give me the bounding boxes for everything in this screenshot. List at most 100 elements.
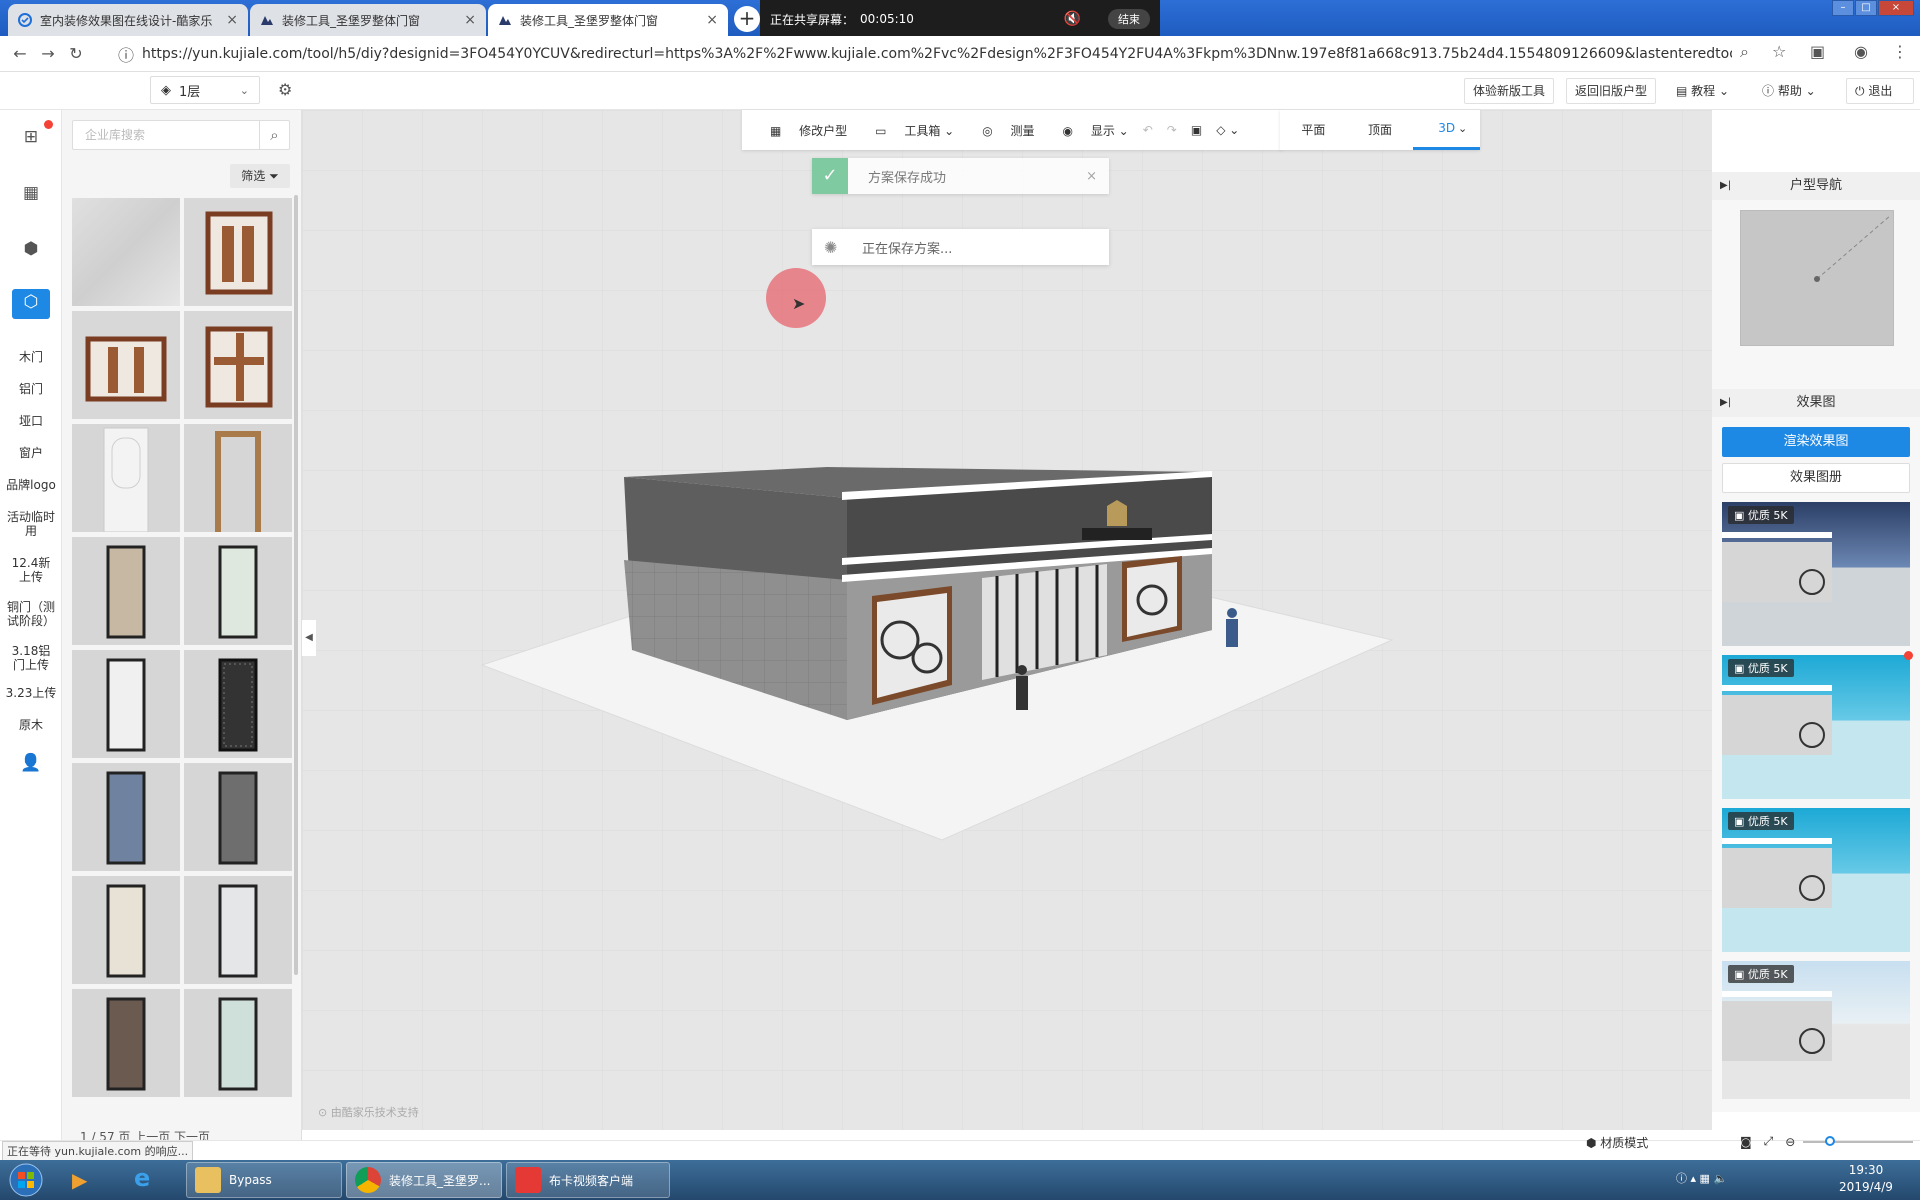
tab-plan[interactable]: 平面 [1280,110,1347,150]
grid-icon[interactable]: ▦ [18,180,44,206]
browser-tab-1[interactable]: 室内装修效果图在线设计-酷家乐 × [8,4,248,36]
exit-button[interactable]: ⏻ 退出 [1846,78,1914,104]
render-button[interactable]: 渲染效果图 [1722,427,1910,457]
tray-arrow-icon[interactable]: ▴ [1691,1172,1697,1185]
save-icon[interactable]: ▣ [1191,123,1202,137]
render-thumbnail[interactable]: ▣ 优质 5K [1722,961,1910,1099]
user-icon[interactable]: 👤 [18,750,44,776]
asset-scrollbar[interactable] [294,195,298,975]
new-tool-button[interactable]: 体验新版工具 [1464,78,1555,104]
toolbox-tool[interactable]: ▭ 工具箱 ⌄ [861,122,954,139]
asset-thumb-door[interactable] [184,763,292,871]
asset-thumb-frame-window[interactable] [184,311,292,419]
help-menu[interactable]: ⓘ 帮助 ⌄ [1762,78,1816,104]
render-thumbnail[interactable]: ▣ 优质 5K [1722,808,1910,952]
asset-thumb-marble[interactable] [72,198,180,306]
render-thumbnail[interactable]: ▣ 优质 5K [1722,502,1910,646]
profile-icon[interactable]: ◉ [1854,42,1868,61]
ie-icon[interactable]: e [134,1164,150,1192]
media-player-icon[interactable]: ▶ [72,1168,87,1192]
asset-thumb-frame-window[interactable] [72,311,180,419]
category-aluminum-door[interactable]: 铝门 [0,382,62,396]
asset-thumb-white-door[interactable] [72,424,180,532]
bookmark-star-icon[interactable]: ☆ [1772,42,1786,61]
category-copper-door[interactable]: 铜门（测试阶段） [0,600,62,628]
category-3-23[interactable]: 3.23上传 [0,686,62,700]
taskbar-item-buka[interactable]: 布卡视频客户端 [506,1162,670,1198]
fit-icon[interactable]: ⤢ [1764,1134,1774,1149]
floorplan-minimap[interactable] [1740,210,1894,346]
close-icon[interactable]: × [1086,169,1097,184]
renders-header[interactable]: ▶| 效果图 [1712,389,1920,417]
zoom-slider[interactable] [1803,1135,1914,1146]
filter-button[interactable]: 筛选 ⏷ [230,164,290,188]
network-icon[interactable]: ▦ [1700,1172,1710,1185]
asset-thumb-door[interactable] [72,537,180,645]
category-3-18[interactable]: 3.18铝门上传 [0,644,62,672]
tab-close-icon[interactable]: × [464,12,476,28]
album-button[interactable]: 效果图册 [1722,463,1910,493]
cube-icon[interactable]: ⬢ [18,236,44,262]
back-arrow-icon[interactable]: ← [6,44,34,63]
collapse-panel-button[interactable]: ◀ [302,620,316,656]
new-tab-button[interactable]: + [734,6,760,32]
enterprise-library-icon[interactable]: ⬡ [12,289,50,319]
floorplan-nav-header[interactable]: ▶| 户型导航 [1712,172,1920,200]
zoom-search-icon[interactable]: ⌕ [1740,42,1749,62]
measure-tool[interactable]: ◎ 测量 [968,122,1034,139]
undo-icon[interactable]: ↶ [1143,123,1153,137]
asset-thumb-door[interactable] [184,650,292,758]
asset-thumb-door[interactable] [184,989,292,1097]
maximize-icon[interactable]: □ [1855,0,1877,16]
tutorial-menu[interactable]: ▤ 教程 ⌄ [1676,78,1729,104]
end-share-button[interactable]: 结束 [1108,9,1150,29]
search-icon[interactable]: ⌕ [259,121,289,149]
taskbar-item-chrome[interactable]: 装修工具_圣堡罗... [346,1162,502,1198]
browser-menu-icon[interactable]: ⋮ [1892,42,1908,61]
start-button[interactable] [6,1161,46,1199]
display-tool[interactable]: ◉ 显示 ⌄ [1049,122,1129,139]
redo-icon[interactable]: ↷ [1167,123,1177,137]
asset-thumb-door[interactable] [184,876,292,984]
library-search-input[interactable]: 企业库搜索 ⌕ [72,120,290,150]
material-mode-toggle[interactable]: ⬢ 材质模式 [1586,1134,1648,1151]
category-12-4[interactable]: 12.4新上传 [0,556,62,584]
browser-tab-2[interactable]: 装修工具_圣堡罗整体门窗 × [250,4,486,36]
taskbar-item-explorer[interactable]: Bypass [186,1162,342,1198]
add-icon[interactable]: ⊞ [18,124,44,150]
question-icon[interactable]: ⓘ [1676,1172,1687,1185]
tab-ceiling[interactable]: 顶面 [1347,110,1414,150]
minimize-icon[interactable]: – [1832,0,1854,16]
asset-thumb-frame-window[interactable] [184,198,292,306]
eraser-icon[interactable]: ◇ ⌄ [1216,123,1239,137]
mute-icon[interactable]: 🔇 [1064,11,1081,27]
close-window-icon[interactable]: × [1878,0,1914,16]
asset-thumb-door[interactable] [72,763,180,871]
category-log[interactable]: 原木 [0,718,62,732]
reload-icon[interactable]: ↻ [62,44,90,63]
category-opening[interactable]: 垭口 [0,414,62,428]
category-wood-door[interactable]: 木门 [0,350,62,364]
zoom-slider-knob[interactable] [1825,1135,1836,1146]
url-field[interactable]: https://yun.kujiale.com/tool/h5/diy?desi… [142,42,1732,66]
asset-thumb-door[interactable] [72,989,180,1097]
chevron-down-icon[interactable]: ⌄ [1458,122,1467,135]
browser-tab-3[interactable]: 装修工具_圣堡罗整体门窗 × [488,4,728,36]
floor-select[interactable]: ◈ 1层 ⌄ [150,76,260,104]
asset-thumb-door-frame[interactable] [184,424,292,532]
render-thumbnail[interactable]: ▣ 优质 5K [1722,655,1910,799]
collapse-icon[interactable]: ▶| [1720,389,1731,417]
tab-close-icon[interactable]: × [706,12,718,28]
category-temporary[interactable]: 活动临时用 [0,510,62,538]
edit-layout-tool[interactable]: ▦ 修改户型 [756,122,847,139]
tab-close-icon[interactable]: × [226,12,238,28]
asset-thumb-door[interactable] [72,876,180,984]
asset-thumb-door[interactable] [72,650,180,758]
tab-3d[interactable]: 3D [1413,110,1481,150]
category-brand-logo[interactable]: 品牌logo [0,478,62,492]
gear-icon[interactable]: ⚙ [278,80,292,99]
volume-icon[interactable]: 🔈 [1713,1172,1727,1185]
camera-icon[interactable]: ◙ [1740,1135,1752,1149]
info-icon[interactable]: ⓘ [118,42,134,66]
extension-icon[interactable]: ▣ [1810,42,1825,61]
